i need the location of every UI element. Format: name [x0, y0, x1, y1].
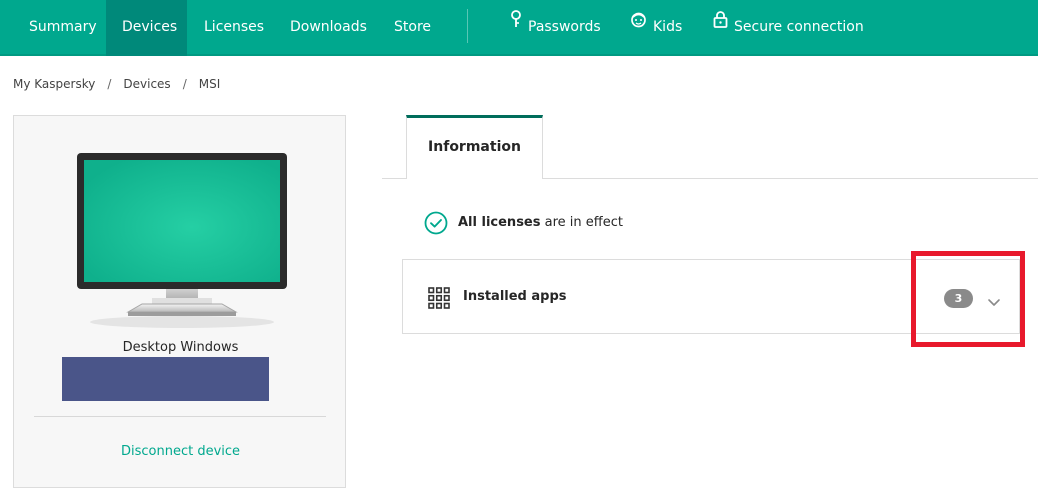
tab-information-label: Information [428, 139, 521, 155]
card-divider [34, 416, 326, 417]
nav-summary-label: Summary [29, 19, 97, 35]
nav-devices[interactable]: Devices [106, 0, 187, 56]
tab-information[interactable]: Information [406, 115, 543, 179]
key-icon [510, 0, 522, 51]
device-name: Desktop Windows [122, 340, 239, 355]
nav-kids-label: Kids [653, 19, 683, 35]
breadcrumb-devices[interactable]: Devices [123, 77, 170, 91]
nav-secure-connection[interactable]: Secure connection [713, 0, 864, 56]
redacted-device-detail [62, 357, 269, 401]
nav-devices-label: Devices [122, 19, 178, 35]
desktop-monitor-icon [76, 152, 288, 328]
check-circle-icon [424, 211, 448, 239]
breadcrumb-separator: / [107, 77, 112, 91]
nav-secure-connection-label: Secure connection [734, 19, 864, 35]
breadcrumb: My Kaspersky / Devices / MSI [13, 77, 220, 91]
nav-licenses[interactable]: Licenses [204, 0, 264, 56]
device-card: Desktop Windows Disconnect device [13, 115, 346, 488]
nav-passwords-label: Passwords [528, 19, 601, 35]
lock-icon [713, 0, 728, 51]
license-status-bold: All licenses [458, 215, 541, 230]
nav-summary[interactable]: Summary [29, 0, 97, 56]
nav-downloads-label: Downloads [290, 19, 367, 35]
nav-kids[interactable]: Kids [630, 0, 682, 56]
nav-store[interactable]: Store [394, 0, 431, 56]
chevron-down-icon[interactable] [987, 292, 1001, 311]
top-navigation-bar: Summary Devices Licenses Downloads Store… [0, 0, 1038, 56]
license-status-rest: are in effect [540, 215, 623, 230]
nav-passwords[interactable]: Passwords [510, 0, 601, 56]
license-status-text: All licenses are in effect [458, 215, 623, 230]
kids-face-icon [630, 0, 647, 51]
breadcrumb-my-kaspersky[interactable]: My Kaspersky [13, 77, 95, 91]
installed-apps-panel[interactable]: Installed apps 3 [402, 259, 1020, 334]
installed-apps-title: Installed apps [463, 289, 567, 304]
disconnect-device-link[interactable]: Disconnect device [14, 444, 347, 459]
installed-apps-count-badge: 3 [944, 289, 973, 308]
nav-downloads[interactable]: Downloads [290, 0, 367, 56]
grid-icon [428, 287, 450, 313]
nav-licenses-label: Licenses [204, 19, 265, 35]
breadcrumb-current-device: MSI [198, 77, 221, 91]
breadcrumb-separator: / [182, 77, 187, 91]
nav-divider [467, 9, 468, 43]
nav-store-label: Store [394, 19, 432, 35]
